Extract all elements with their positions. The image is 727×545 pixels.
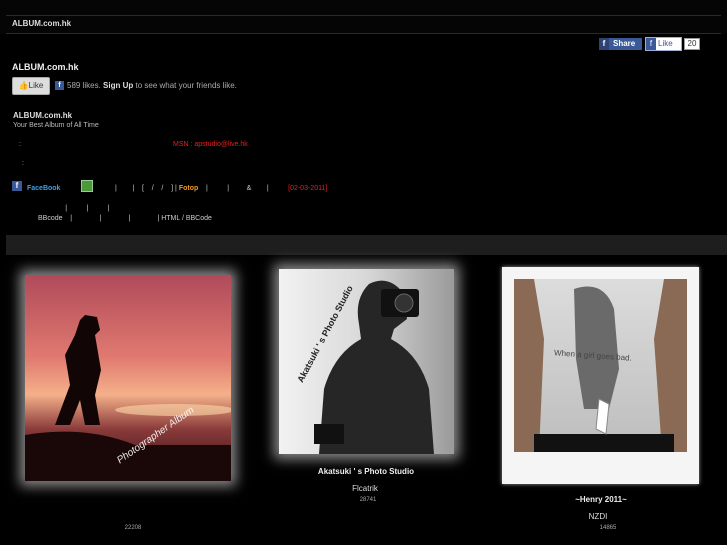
like-button[interactable]: 👍Like: [12, 77, 50, 95]
album-view-count: 14865: [599, 525, 617, 531]
like-count-badge: 20: [684, 38, 700, 50]
facebook-icon: f: [599, 38, 609, 50]
facebook-link[interactable]: FaceBook: [27, 185, 60, 192]
top-bar: [0, 0, 727, 34]
album-thumbnail[interactable]: Akatsuki ' s Photo Studio: [279, 269, 454, 454]
facebook-icon: f: [55, 81, 64, 91]
section-bar: [6, 235, 727, 255]
facebook-share-button[interactable]: f Share: [599, 38, 642, 50]
album-title[interactable]: ~Henry 2011~: [545, 495, 657, 504]
like-button-label: Like: [28, 81, 44, 90]
update-date: [02-03-2011]: [288, 185, 328, 192]
share-label: Share: [613, 39, 636, 48]
site-name: ALBUM.com.hk: [13, 111, 73, 120]
album-author: NZDI: [588, 512, 608, 521]
divider: [6, 15, 721, 16]
label-colon: :: [22, 160, 24, 167]
facebook-icon[interactable]: f: [12, 181, 22, 191]
like-label: Like: [658, 39, 673, 48]
album-author: Flcatrik: [352, 484, 378, 493]
nav-segment[interactable]: | | [ / / ] |: [115, 185, 179, 192]
page-title: ALBUM.com.hk: [12, 62, 79, 72]
signup-link[interactable]: Sign Up: [103, 81, 133, 90]
site-title[interactable]: ALBUM.com.hk: [12, 19, 71, 28]
album-thumbnail[interactable]: Photographer Album: [25, 275, 231, 481]
likes-count: 589 likes.: [67, 81, 101, 90]
add-user-icon[interactable]: [81, 180, 93, 192]
like-summary: f 589 likes. Sign Up to see what your fri…: [55, 81, 237, 91]
fotop-link[interactable]: Fotop: [179, 185, 198, 192]
album-photo: When a girl goes bad.: [514, 279, 687, 452]
label-colon: :: [19, 141, 21, 148]
msn-contact: MSN : apstudio@live.hk: [173, 141, 248, 148]
album-title[interactable]: Akatsuki ' s Photo Studio: [300, 467, 432, 476]
signup-rest: to see what your friends like.: [135, 81, 237, 90]
tagline: Your Best Album of All Time: [13, 122, 99, 129]
album-view-count: 28741: [359, 497, 377, 503]
album-view-count: 22208: [124, 525, 142, 531]
album-thumbnail[interactable]: When a girl goes bad.: [502, 267, 699, 484]
facebook-like-button[interactable]: f Like: [645, 37, 682, 51]
divider: [6, 33, 721, 34]
nav-row-2[interactable]: | | |: [38, 205, 109, 212]
nav-segment[interactable]: | | & |: [198, 185, 288, 192]
facebook-icon: f: [646, 38, 656, 50]
nav-row-3[interactable]: BBcode | | | | HTML / BBCode: [38, 215, 212, 222]
nav-row: | | [ / / ] | Fotop | | & | [02-03-2011]: [115, 185, 327, 192]
